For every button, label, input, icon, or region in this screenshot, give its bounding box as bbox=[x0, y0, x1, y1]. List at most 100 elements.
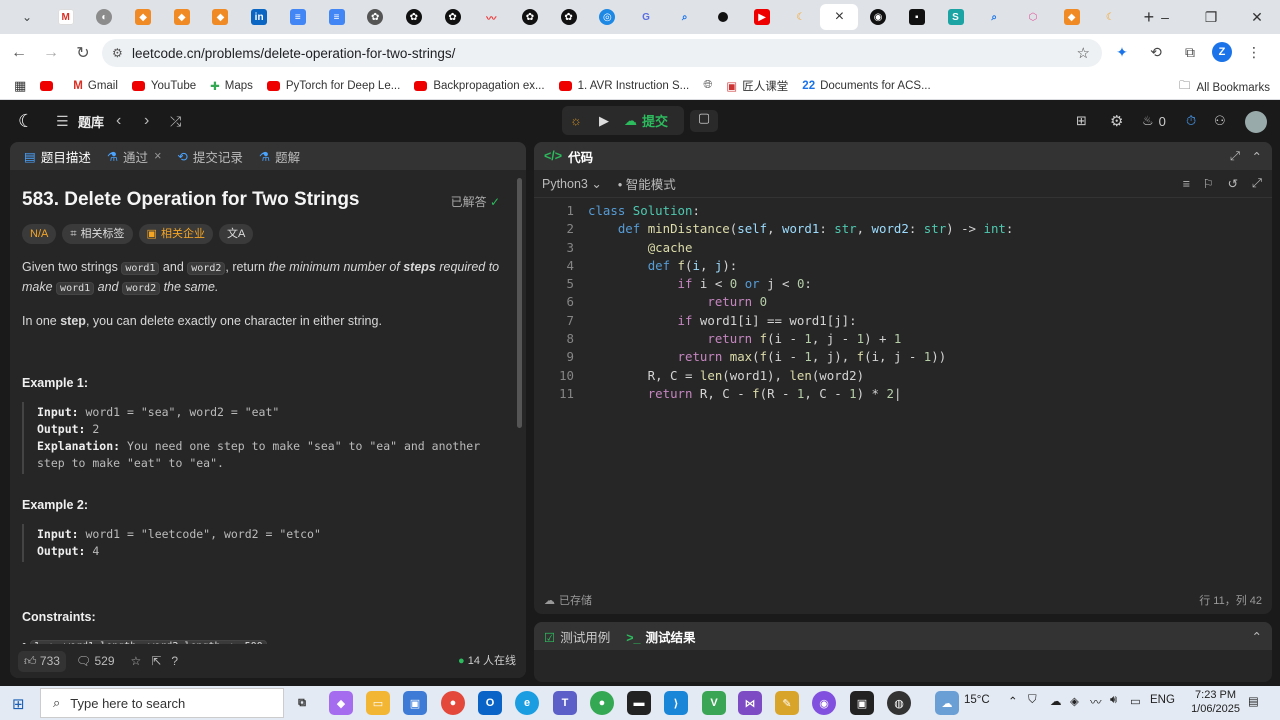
chrome-icon[interactable]: ● bbox=[441, 691, 465, 715]
bookmark-avr[interactable]: 1. AVR Instruction S... bbox=[558, 80, 689, 92]
bookmark-globe[interactable]: 🌐︎ bbox=[703, 79, 712, 92]
tab-wave[interactable]: 〰 bbox=[472, 4, 510, 30]
bookmark-backprop[interactable]: Backpropagation ex... bbox=[414, 80, 545, 92]
wifi-icon[interactable]: 〰 bbox=[1090, 694, 1102, 710]
tab-leetcode-bg[interactable]: ☾ bbox=[782, 4, 820, 30]
tab-search[interactable]: ⌕ bbox=[666, 4, 704, 30]
battery-icon[interactable]: ▭ bbox=[1130, 694, 1141, 708]
tab-active-leetcode[interactable]: × bbox=[820, 4, 859, 30]
tab-youtube[interactable]: ▶ bbox=[743, 4, 781, 30]
apps-icon[interactable]: ▦ bbox=[14, 78, 26, 94]
reset-icon[interactable]: ↺ bbox=[1228, 176, 1238, 191]
translate-button[interactable]: 文A bbox=[218, 224, 254, 244]
bookmark-pytorch[interactable]: PyTorch for Deep Le... bbox=[266, 80, 400, 92]
vpn-icon[interactable]: ◈ bbox=[1070, 694, 1079, 708]
visual-studio-icon[interactable]: ⋈ bbox=[738, 691, 762, 715]
github-desktop-icon[interactable]: ◉ bbox=[812, 691, 836, 715]
tab-solutions[interactable]: ⚗ 题解 bbox=[253, 147, 306, 166]
close-icon[interactable]: × bbox=[835, 8, 844, 26]
tab-blue-circle[interactable]: ◎ bbox=[588, 4, 626, 30]
chrome-2-icon[interactable]: ● bbox=[590, 691, 614, 715]
tab-linkedin[interactable]: in bbox=[240, 4, 278, 30]
tab-docs[interactable]: ≡ bbox=[279, 4, 317, 30]
bookmark-jiangren[interactable]: ▣ 匠人课堂 bbox=[726, 78, 788, 94]
cloud-tray-icon[interactable]: ☁ bbox=[1050, 694, 1062, 708]
tab-pink-cube[interactable]: ⬡ bbox=[1014, 4, 1052, 30]
weather-temp[interactable]: 15°C bbox=[964, 694, 990, 706]
tab-openai-2[interactable]: ✿ bbox=[395, 4, 433, 30]
fullscreen-icon[interactable]: ⤢ bbox=[1230, 149, 1240, 164]
collapse-icon[interactable]: ⌃ bbox=[1252, 149, 1262, 164]
streak-fire[interactable]: ♨ 0 bbox=[1142, 113, 1166, 129]
collapse-icon[interactable]: ⌃ bbox=[1252, 629, 1262, 644]
tab-chrome-icon[interactable]: ◐ bbox=[85, 4, 123, 30]
store-icon[interactable]: ▣ bbox=[403, 691, 427, 715]
obs-icon[interactable]: ◍ bbox=[887, 691, 911, 715]
settings-icon[interactable]: ⚙ bbox=[1110, 112, 1123, 130]
random-problem-icon[interactable]: ⤮ bbox=[170, 113, 181, 130]
tab-search-2[interactable]: ⌕ bbox=[975, 4, 1013, 30]
site-info-icon[interactable]: ⚙ bbox=[112, 46, 123, 60]
tab-close-icon[interactable]: × bbox=[154, 149, 161, 163]
notification-app-icon[interactable]: ☁ bbox=[935, 691, 959, 715]
tab-openai[interactable]: ✿ bbox=[356, 4, 394, 30]
tab-openai-3[interactable]: ✿ bbox=[434, 4, 472, 30]
topics-tag-button[interactable]: ⌗ 相关标签 bbox=[62, 224, 133, 244]
tab-teal[interactable]: S bbox=[937, 4, 975, 30]
teams-icon[interactable]: T bbox=[553, 691, 577, 715]
problem-list-icon[interactable]: ☰ bbox=[56, 113, 69, 130]
volume-icon[interactable]: 🔊︎ bbox=[1110, 694, 1117, 707]
file-explorer-icon[interactable]: ▭ bbox=[366, 691, 390, 715]
debug-icon[interactable]: ☼ bbox=[562, 113, 590, 128]
maximize-icon[interactable]: ❐ bbox=[1188, 0, 1234, 34]
leetcode-logo-icon[interactable]: ☾ bbox=[18, 111, 34, 132]
vim-icon[interactable]: V bbox=[702, 691, 726, 715]
edge-icon[interactable]: e bbox=[515, 691, 539, 715]
tray-chevron-icon[interactable]: ⌃ bbox=[1008, 694, 1018, 708]
favorite-star-icon[interactable]: ☆ bbox=[131, 654, 142, 668]
like-button[interactable]: 👍︎ 733 bbox=[18, 650, 66, 672]
window-close-icon[interactable]: ✕ bbox=[1234, 0, 1280, 34]
language-select[interactable]: Python3 ⌄ bbox=[542, 176, 602, 191]
help-icon[interactable]: ? bbox=[171, 654, 178, 668]
tab-submissions[interactable]: ⟲ 提交记录 bbox=[171, 147, 249, 166]
expand-icon[interactable]: ⤢ bbox=[1252, 176, 1262, 191]
tab-list-dropdown[interactable]: ⌄ bbox=[8, 4, 46, 30]
tab-description[interactable]: ▤ 题目描述 bbox=[18, 147, 97, 166]
tab-github[interactable]: ◉ bbox=[859, 4, 897, 30]
tab-orange-cube-2[interactable]: ◆ bbox=[163, 4, 201, 30]
companies-tag-button[interactable]: ▣ 相关企业 bbox=[138, 224, 213, 244]
bookmark-gmail[interactable]: M Gmail bbox=[73, 80, 118, 92]
next-problem-icon[interactable]: › bbox=[144, 112, 149, 130]
task-view-icon[interactable]: ⧉ bbox=[290, 691, 314, 715]
dark-app-icon[interactable]: ▣ bbox=[850, 691, 874, 715]
layout-icon[interactable]: ⊞ bbox=[1076, 113, 1087, 129]
tab-dark-square[interactable]: ▪ bbox=[898, 4, 936, 30]
tab-orange-cube-3[interactable]: ◆ bbox=[201, 4, 239, 30]
forward-icon[interactable]: → bbox=[38, 40, 64, 66]
add-friend-icon[interactable]: ⚇ bbox=[1214, 113, 1226, 129]
tab-docs-2[interactable]: ≡ bbox=[318, 4, 356, 30]
clock[interactable]: 7:23 PM 1/06/2025 bbox=[1191, 688, 1240, 716]
outlook-icon[interactable]: O bbox=[478, 691, 502, 715]
minimize-icon[interactable]: – bbox=[1142, 0, 1188, 34]
reload-icon[interactable]: ↻ bbox=[70, 40, 96, 66]
vscode-icon[interactable]: ⟩ bbox=[664, 691, 688, 715]
tab-gmail[interactable]: M bbox=[47, 4, 85, 30]
bookmark-youtube[interactable]: YouTube bbox=[131, 80, 196, 92]
tab-openai-5[interactable]: ✿ bbox=[550, 4, 588, 30]
smart-mode-toggle[interactable]: • 智能模式 bbox=[618, 174, 676, 193]
timer-icon[interactable]: ⏱ bbox=[1186, 113, 1196, 129]
extension-translate-icon[interactable]: ⟲ bbox=[1144, 40, 1168, 64]
copilot-icon[interactable]: ◆ bbox=[329, 691, 353, 715]
tab-accepted[interactable]: ⚗ 通过 × bbox=[101, 147, 168, 166]
notifications-icon[interactable]: ▤ bbox=[1248, 694, 1259, 708]
all-bookmarks[interactable]: 🗀 All Bookmarks bbox=[1179, 78, 1270, 97]
share-icon[interactable]: ⇱ bbox=[151, 654, 161, 668]
terminal-app-icon[interactable]: ▬ bbox=[627, 691, 651, 715]
bookmark-maps[interactable]: ✚ Maps bbox=[210, 79, 253, 93]
description-scrollbar[interactable] bbox=[517, 178, 522, 428]
tab-leetcode-2[interactable]: ☾ bbox=[1091, 4, 1129, 30]
bookmark-acs[interactable]: 22 Documents for ACS... bbox=[802, 80, 930, 92]
tab-test-results[interactable]: >_ 测试结果 bbox=[626, 627, 695, 646]
